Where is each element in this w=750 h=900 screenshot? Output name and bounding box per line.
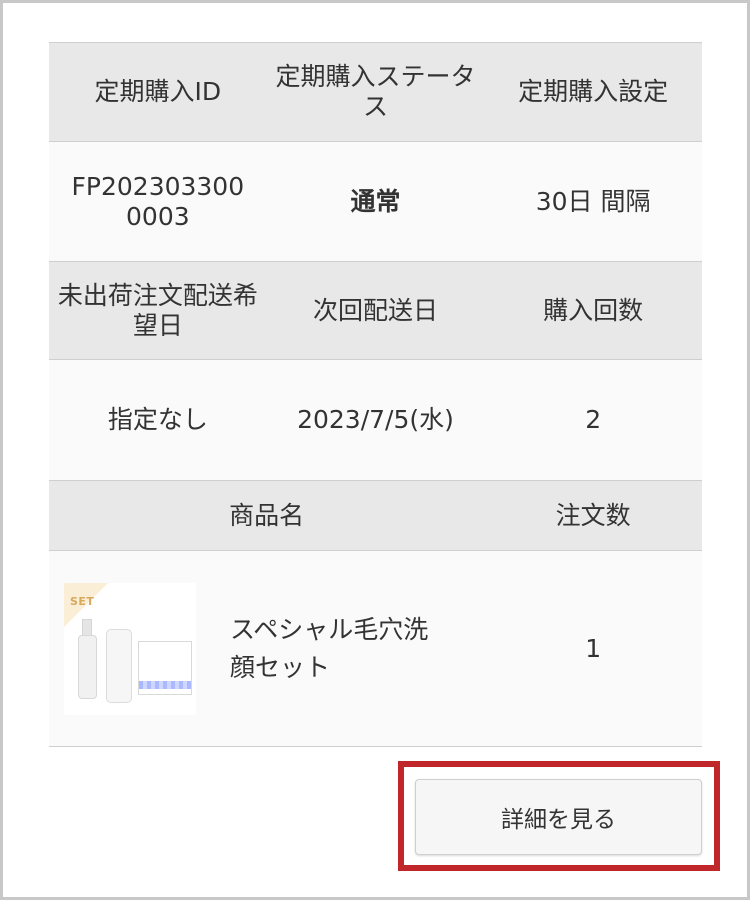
header-order-quantity: 注文数 <box>555 500 631 530</box>
header-product-name: 商品名 <box>229 500 305 530</box>
header-subscription-id: 定期購入ID <box>94 77 222 106</box>
bottle-shape <box>78 634 97 699</box>
next-delivery-date-value: 2023/7/5(水) <box>297 405 454 434</box>
product-image: SET <box>64 582 196 715</box>
header-purchase-count: 購入回数 <box>543 295 644 325</box>
tube-shape <box>106 628 132 703</box>
unshipped-delivery-date-value: 指定なし <box>107 405 208 434</box>
header-unshipped-delivery-date: 未出荷注文配送希望日 <box>57 280 258 340</box>
header-next-delivery-date: 次回配送日 <box>312 295 438 325</box>
value-row-2: 指定なし 2023/7/5(水) 2 <box>49 360 702 481</box>
box-strip-shape <box>139 680 191 689</box>
set-badge-label: SET <box>70 594 95 608</box>
subscription-interval-value: 30日 間隔 <box>535 186 651 216</box>
subscription-card: 定期購入ID 定期購入ステータス 定期購入設定 FP2023033000003 … <box>49 42 702 747</box>
product-quantity-value: 1 <box>585 633 602 663</box>
header-subscription-setting: 定期購入設定 <box>518 77 669 106</box>
header-subscription-status: 定期購入ステータス <box>275 62 476 121</box>
details-button[interactable]: 詳細を見る <box>415 779 702 855</box>
subscription-id-value: FP2023033000003 <box>71 171 245 231</box>
header-row-1: 定期購入ID 定期購入ステータス 定期購入設定 <box>49 43 702 142</box>
subscription-status-value: 通常 <box>350 186 401 216</box>
product-header-row: 商品名 注文数 <box>49 481 702 551</box>
product-name: スペシャル毛穴洗顔セット <box>230 614 429 682</box>
header-row-2: 未出荷注文配送希望日 次回配送日 購入回数 <box>49 262 702 360</box>
product-cell: SET スペシャル毛穴洗顔セット <box>49 551 484 746</box>
purchase-count-value: 2 <box>585 405 602 434</box>
value-row-1: FP2023033000003 通常 30日 間隔 <box>49 142 702 262</box>
product-row: SET スペシャル毛穴洗顔セット 1 <box>49 551 702 747</box>
